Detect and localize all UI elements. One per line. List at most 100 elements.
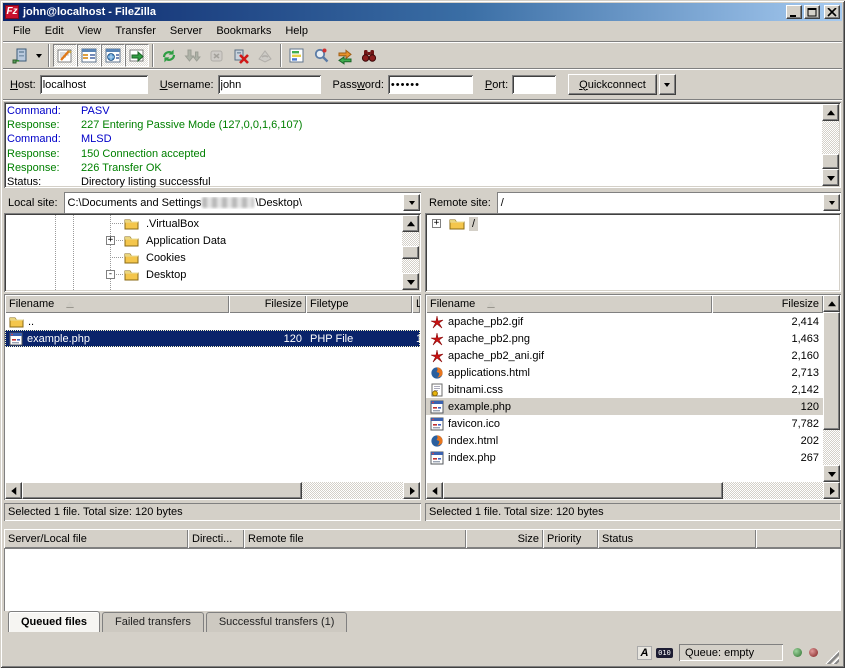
menu-help[interactable]: Help bbox=[278, 23, 315, 39]
list-item-example-php[interactable]: example.php 120 bbox=[426, 398, 823, 415]
menu-view[interactable]: View bbox=[71, 23, 109, 39]
minimize-button[interactable] bbox=[786, 5, 802, 19]
column-header-filename[interactable]: Filename bbox=[5, 295, 229, 313]
remote-site-combo[interactable]: / bbox=[497, 192, 841, 213]
scroll-right-button[interactable] bbox=[823, 482, 840, 499]
site-manager-dropdown-button[interactable] bbox=[32, 44, 45, 67]
list-item-parent-dir[interactable]: .. bbox=[5, 313, 420, 330]
menu-file[interactable]: File bbox=[6, 23, 38, 39]
scroll-up-button[interactable] bbox=[823, 295, 840, 312]
cancel-button[interactable] bbox=[205, 44, 229, 67]
scrollbar-track[interactable] bbox=[402, 259, 419, 273]
find-files-button[interactable] bbox=[357, 44, 381, 67]
password-input[interactable] bbox=[388, 75, 473, 94]
scroll-left-button[interactable] bbox=[426, 482, 443, 499]
tab-queued-files[interactable]: Queued files bbox=[8, 611, 100, 632]
column-header-size[interactable]: Size bbox=[466, 529, 543, 548]
tree-expander[interactable]: + bbox=[106, 236, 115, 245]
tree-item-application-data[interactable]: + Application Data bbox=[6, 232, 402, 249]
list-item[interactable]: apache_pb2_ani.gif 2,160 bbox=[426, 347, 823, 364]
local-site-combo[interactable]: C:\Documents and Settings\Desktop\ bbox=[64, 192, 421, 213]
local-site-dropdown-button[interactable] bbox=[403, 194, 420, 211]
scrollbar-thumb[interactable] bbox=[443, 482, 723, 499]
remote-site-dropdown-button[interactable] bbox=[823, 194, 840, 211]
list-item[interactable]: index.html 202 bbox=[426, 432, 823, 449]
list-item[interactable]: index.php 267 bbox=[426, 449, 823, 466]
menu-server[interactable]: Server bbox=[163, 23, 209, 39]
menu-edit[interactable]: Edit bbox=[38, 23, 71, 39]
close-button[interactable] bbox=[824, 5, 840, 19]
username-input[interactable] bbox=[218, 75, 321, 94]
menu-transfer[interactable]: Transfer bbox=[108, 23, 163, 39]
scrollbar-thumb[interactable] bbox=[823, 312, 840, 430]
list-item[interactable]: favicon.ico 7,782 bbox=[426, 415, 823, 432]
process-queue-button[interactable] bbox=[181, 44, 205, 67]
local-tree-scrollbar[interactable] bbox=[402, 215, 419, 290]
quickconnect-dropdown-button[interactable] bbox=[659, 74, 676, 95]
tree-item-cookies[interactable]: Cookies bbox=[6, 249, 402, 266]
column-header-direction[interactable]: Directi... bbox=[188, 529, 244, 548]
synchronized-browsing-button[interactable] bbox=[333, 44, 357, 67]
directory-comparison-button[interactable] bbox=[309, 44, 333, 67]
tab-failed-transfers[interactable]: Failed transfers bbox=[102, 612, 204, 632]
column-header-lastmodified[interactable]: L bbox=[412, 295, 420, 313]
column-header-filesize[interactable]: Filesize bbox=[229, 295, 306, 313]
binary-badge-icon[interactable]: 010 bbox=[656, 648, 673, 658]
column-header-status[interactable]: Status bbox=[598, 529, 756, 548]
list-item[interactable]: bitnami.css 2,142 bbox=[426, 381, 823, 398]
list-item-example-php[interactable]: example.php 120 PHP File 1 bbox=[5, 330, 420, 347]
disconnect-button[interactable] bbox=[229, 44, 253, 67]
menu-bookmarks[interactable]: Bookmarks bbox=[209, 23, 278, 39]
toggle-message-log-button[interactable] bbox=[53, 44, 77, 67]
scroll-down-button[interactable] bbox=[402, 273, 419, 290]
port-input[interactable] bbox=[512, 75, 556, 94]
log-scrollbar[interactable] bbox=[822, 104, 839, 186]
toggle-transfer-queue-button[interactable] bbox=[125, 44, 149, 67]
tree-expander[interactable]: - bbox=[106, 270, 115, 279]
tree-expander[interactable]: + bbox=[432, 219, 441, 228]
scrollbar-thumb[interactable] bbox=[22, 482, 302, 499]
remote-list-hscrollbar[interactable] bbox=[426, 482, 840, 499]
site-manager-button[interactable] bbox=[8, 44, 32, 67]
refresh-button[interactable] bbox=[157, 44, 181, 67]
local-list-hscrollbar[interactable] bbox=[5, 482, 420, 499]
tree-item-root[interactable]: + / bbox=[427, 215, 839, 232]
scrollbar-track[interactable] bbox=[723, 482, 823, 499]
scrollbar-track[interactable] bbox=[822, 121, 839, 154]
scroll-up-button[interactable] bbox=[402, 215, 419, 232]
column-header-filetype[interactable]: Filetype bbox=[306, 295, 412, 313]
list-item[interactable]: apache_pb2.png 1,463 bbox=[426, 330, 823, 347]
scroll-down-button[interactable] bbox=[823, 465, 840, 482]
column-header-priority[interactable]: Priority bbox=[543, 529, 598, 548]
scrollbar-track[interactable] bbox=[823, 430, 840, 465]
scrollbar-thumb[interactable] bbox=[402, 246, 419, 259]
filter-button[interactable] bbox=[285, 44, 309, 67]
list-item[interactable]: applications.html 2,713 bbox=[426, 364, 823, 381]
tree-item-virtualbox[interactable]: .VirtualBox bbox=[6, 215, 402, 232]
column-header-server-local-file[interactable]: Server/Local file bbox=[4, 529, 188, 548]
filename: index.html bbox=[448, 435, 498, 447]
scroll-right-button[interactable] bbox=[403, 482, 420, 499]
tree-item-desktop[interactable]: - Desktop bbox=[6, 266, 402, 283]
column-header-filename[interactable]: Filename bbox=[426, 295, 712, 313]
remote-list-scrollbar[interactable] bbox=[823, 295, 840, 482]
scrollbar-track[interactable] bbox=[402, 232, 419, 246]
toggle-local-treeview-button[interactable] bbox=[77, 44, 101, 67]
column-header-remote-file[interactable]: Remote file bbox=[244, 529, 466, 548]
scrollbar-thumb[interactable] bbox=[822, 154, 839, 169]
tab-successful-transfers[interactable]: Successful transfers (1) bbox=[206, 612, 348, 632]
reconnect-button[interactable] bbox=[253, 44, 277, 67]
scrollbar-track[interactable] bbox=[302, 482, 403, 499]
scroll-down-button[interactable] bbox=[822, 169, 839, 186]
column-header-filesize[interactable]: Filesize bbox=[712, 295, 823, 313]
host-input[interactable] bbox=[40, 75, 148, 94]
scroll-up-button[interactable] bbox=[822, 104, 839, 121]
app-icon[interactable]: Fz bbox=[5, 5, 19, 19]
scroll-left-button[interactable] bbox=[5, 482, 22, 499]
list-item[interactable]: apache_pb2.gif 2,414 bbox=[426, 313, 823, 330]
quickconnect-button[interactable]: Quickconnect bbox=[568, 74, 657, 95]
maximize-button[interactable] bbox=[804, 5, 820, 19]
toggle-remote-treeview-button[interactable] bbox=[101, 44, 125, 67]
resize-grip[interactable] bbox=[825, 650, 839, 664]
ascii-type-icon[interactable]: A bbox=[637, 646, 652, 660]
